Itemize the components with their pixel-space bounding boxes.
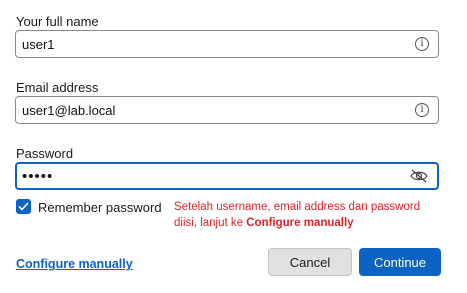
eye-off-icon[interactable] <box>410 169 428 183</box>
email-label: Email address <box>16 80 99 95</box>
password-label: Password <box>16 146 74 161</box>
full-name-input[interactable] <box>22 31 402 57</box>
password-input[interactable] <box>22 164 402 188</box>
account-setup-form: Your full name i Email address i Passwor… <box>0 0 467 293</box>
full-name-label: Your full name <box>16 14 99 29</box>
annotation-note: Setelah username, email address dan pass… <box>174 201 421 229</box>
email-input[interactable] <box>22 97 402 123</box>
remember-password-checkbox[interactable] <box>16 199 31 214</box>
full-name-field[interactable]: i <box>15 30 439 58</box>
continue-button[interactable]: Continue <box>359 248 441 276</box>
password-field[interactable] <box>15 162 439 190</box>
cancel-button[interactable]: Cancel <box>268 248 352 276</box>
remember-password-label[interactable]: Remember password <box>38 200 162 215</box>
configure-manually-link[interactable]: Configure manually <box>16 257 133 271</box>
info-icon[interactable]: i <box>415 103 429 117</box>
email-field[interactable]: i <box>15 96 439 124</box>
info-icon[interactable]: i <box>415 37 429 51</box>
checkmark-icon <box>18 202 29 211</box>
